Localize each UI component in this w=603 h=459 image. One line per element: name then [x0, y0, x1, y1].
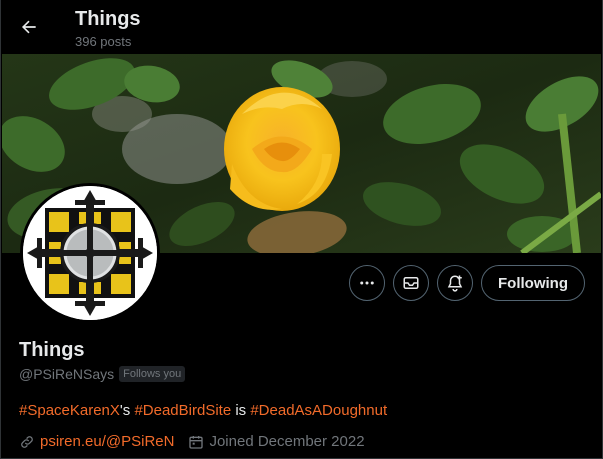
posts-count: 396 posts	[75, 34, 132, 49]
profile-handle: @PSiReNSays	[19, 366, 115, 382]
profile-bio: #SpaceKarenX's #DeadBirdSite is #DeadAsA…	[19, 401, 387, 421]
handle-row: @PSiReNSays Follows you	[19, 365, 186, 383]
bio-text: 's	[119, 402, 135, 419]
notifications-button[interactable]	[437, 265, 473, 301]
hashtag-link[interactable]: #DeadBirdSite	[134, 402, 231, 419]
more-horizontal-icon	[360, 281, 374, 285]
header-title: Things	[75, 8, 141, 30]
profile-avatar[interactable]	[20, 183, 160, 323]
back-button[interactable]	[12, 10, 46, 44]
arrow-left-icon	[21, 20, 36, 34]
follows-you-badge: Follows you	[119, 366, 186, 382]
profile-meta: psiren.eu/@PSiReN Joined December 2022	[19, 432, 379, 452]
calendar-icon	[189, 436, 204, 449]
following-button[interactable]: Following	[481, 265, 585, 301]
hashtag-link[interactable]: #SpaceKarenX	[19, 402, 120, 419]
website-item: psiren.eu/@PSiReN	[19, 432, 174, 452]
profile-header: Things 396 posts	[0, 0, 603, 54]
avatar-emblem-icon	[23, 186, 157, 320]
more-button[interactable]	[349, 265, 385, 301]
envelope-icon	[403, 277, 419, 289]
profile-name: Things	[19, 339, 85, 361]
joined-date: Joined December 2022	[209, 433, 365, 450]
hashtag-link[interactable]: #DeadAsADoughnut	[250, 402, 387, 419]
message-button[interactable]	[393, 265, 429, 301]
bell-plus-icon	[447, 275, 463, 292]
website-link[interactable]: psiren.eu/@PSiReN	[40, 432, 174, 452]
link-icon	[21, 436, 33, 448]
bio-text: is	[231, 402, 251, 419]
joined-item: Joined December 2022	[188, 432, 365, 452]
